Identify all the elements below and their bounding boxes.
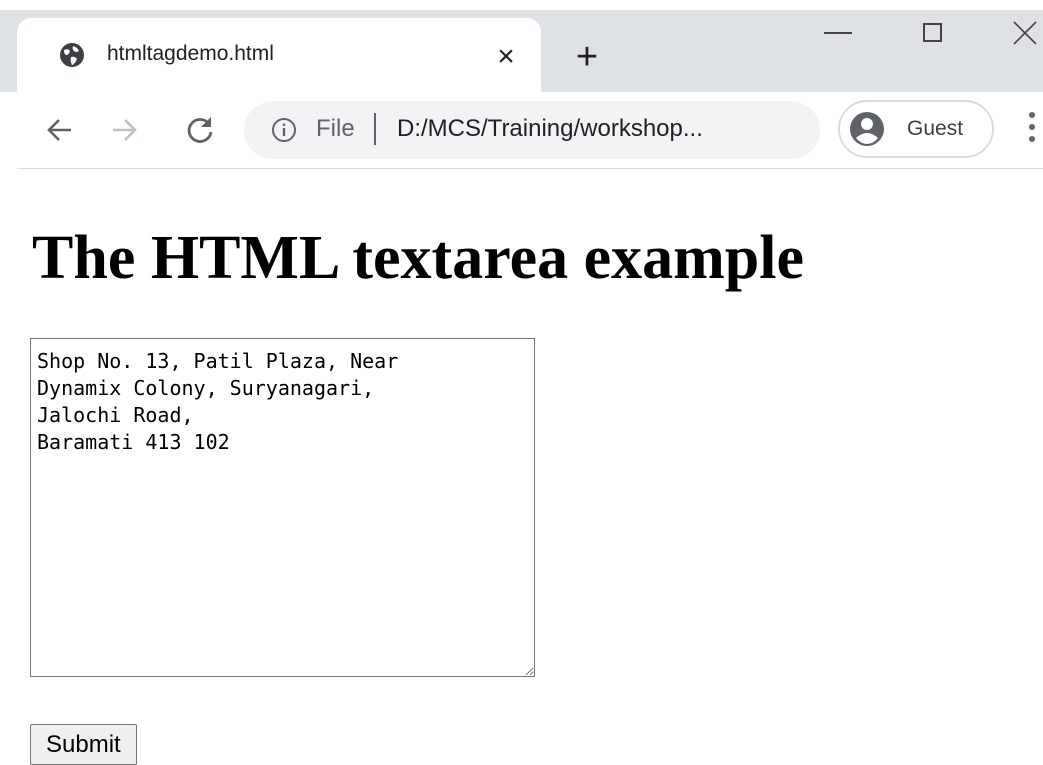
profile-label: Guest [907,117,964,140]
new-tab-button[interactable]: + [568,38,606,76]
submit-button[interactable]: Submit [30,724,137,765]
info-icon[interactable] [270,116,298,144]
url-text[interactable]: D:/MCS/Training/workshop... [397,113,703,145]
scheme-label: File [316,115,355,142]
maximize-icon[interactable] [923,23,942,42]
tab-close-icon[interactable]: × [489,40,523,74]
tab-title: htmltagdemo.html [107,42,274,65]
reload-icon[interactable] [180,110,220,150]
active-tab[interactable] [17,18,541,92]
omnibox-separator [374,113,376,145]
close-icon[interactable] [1010,18,1043,48]
avatar-icon [850,112,884,146]
toolbar-divider [17,168,1043,169]
page-title: The HTML textarea example [32,224,805,292]
address-textarea[interactable] [30,338,535,677]
minimize-icon[interactable] [824,32,852,34]
arrow-right-icon[interactable] [104,110,144,150]
more-vertical-icon[interactable] [1026,112,1038,148]
window-top-edge-overlay [0,0,1043,10]
arrow-left-icon[interactable] [40,110,80,150]
globe-icon [60,43,84,67]
